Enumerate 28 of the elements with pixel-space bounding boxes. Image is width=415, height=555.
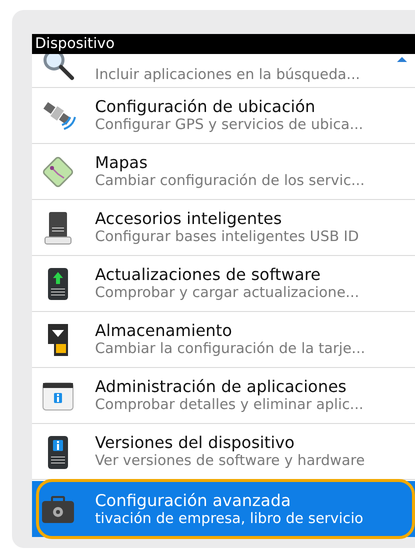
- settings-list-item[interactable]: Actualizaciones de software Comprobar y cargar actualizacione...: [32, 256, 415, 312]
- item-description: Ver versiones de software y hardware: [95, 452, 365, 470]
- item-title: Configuración avanzada: [95, 490, 292, 510]
- item-title: Versiones del dispositivo: [95, 433, 296, 452]
- item-description: Comprobar detalles y eliminar aplic...: [95, 396, 364, 414]
- item-description: Cambiar la configuración de la tarje...: [95, 340, 366, 358]
- item-title: Administración de aplicaciones: [95, 377, 348, 396]
- header-title: Dispositivo: [35, 35, 115, 53]
- item-title: Configuración de ubicación: [95, 97, 316, 116]
- settings-list-item[interactable]: Incluir aplicaciones en la búsqueda...: [32, 54, 415, 88]
- settings-list-item[interactable]: Mapas Cambiar configuración de los servic...: [32, 144, 415, 200]
- item-description: Comprobar y cargar actualizacione...: [95, 284, 360, 302]
- settings-list-item[interactable]: Accesorios inteligentes Configurar bases inteligentes USB ID: [32, 200, 415, 256]
- item-description: Configurar bases inteligentes USB ID: [95, 228, 359, 246]
- item-description: tivación de empresa, libro de servicio: [95, 510, 364, 528]
- item-title: Actualizaciones de software: [95, 265, 322, 284]
- settings-list-item[interactable]: Almacenamiento Cambiar la configuración de la tarje...: [32, 312, 415, 368]
- settings-list-item[interactable]: Configuración de ubicación Configurar GPS y servicios de ubica...: [32, 88, 415, 144]
- settings-list-item[interactable]: Configuración avanzada tivación de empresa, libro de servicio: [32, 481, 415, 537]
- settings-list-item[interactable]: Administración de aplicaciones Comprobar detalles y eliminar aplic...: [32, 368, 415, 424]
- item-title: Almacenamiento: [95, 321, 234, 340]
- item-description: Incluir aplicaciones en la búsqueda...: [95, 66, 360, 84]
- item-title: Accesorios inteligentes: [95, 209, 283, 228]
- settings-list-item[interactable]: Versiones del dispositivo Ver versiones de software y hardware: [32, 424, 415, 480]
- item-description: Configurar GPS y servicios de ubica...: [95, 116, 364, 134]
- item-title: Mapas: [95, 153, 149, 172]
- scroll-up-icon: [397, 57, 407, 62]
- item-description: Cambiar configuración de los servic...: [95, 172, 365, 190]
